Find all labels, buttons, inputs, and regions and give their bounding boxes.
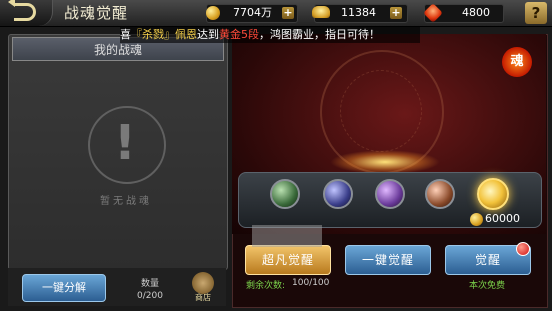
gold-coin-icon [206, 6, 220, 20]
soul-badge-icon[interactable]: 魂 [502, 47, 532, 77]
back-button[interactable] [0, 0, 53, 26]
altar-glow [330, 150, 440, 174]
exclamation-icon: ! [114, 115, 136, 171]
announcement-marquee: 喜『杀戮』佩恩达到黄金5段，鸿图霸业，指日可待！ [120, 27, 420, 43]
marquee-part1: 喜 [120, 28, 131, 41]
shop-label[interactable]: 商店 [186, 292, 220, 303]
magic-circle-inner [340, 70, 422, 152]
marquee-part2: 达到 [197, 28, 219, 41]
empty-text: 暂无战魂 [100, 196, 152, 207]
marquee-part3: ，鸿图霸业，指日可待！ [259, 28, 380, 41]
one-key-awaken-button[interactable]: 一键觉醒 [345, 245, 431, 275]
quantity-label: 数量 [140, 279, 159, 289]
my-souls-title: 我的战魂 [93, 43, 142, 57]
add-ingot-button[interactable]: + [390, 7, 402, 19]
orange-orb-icon[interactable] [425, 179, 455, 209]
marquee-player-name: 『杀戮』佩恩 [131, 28, 197, 41]
help-button[interactable]: ? [525, 2, 547, 24]
page-title: 战魂觉醒 [64, 4, 129, 22]
energy-value: 4800 [462, 6, 490, 19]
cost-coin-icon [470, 213, 483, 226]
gold-orb-icon[interactable] [477, 178, 509, 210]
purple-orb-icon[interactable] [375, 179, 405, 209]
green-orb-icon[interactable] [270, 179, 300, 209]
marquee-rank: 黄金5段 [219, 28, 259, 41]
shop-icon[interactable] [192, 272, 214, 294]
back-arrow-icon [8, 0, 36, 21]
add-gold-button[interactable]: + [282, 7, 294, 19]
ingot-icon [312, 6, 330, 18]
overlay-placeholder [252, 225, 322, 247]
awaken-cost: 60000 [485, 212, 520, 225]
ingot-value: 11384 [341, 6, 376, 19]
free-this-time-text: 本次免费 [468, 281, 505, 291]
notification-dot [516, 242, 530, 256]
super-awaken-button[interactable]: 超凡觉醒 [245, 245, 331, 275]
gold-value: 7704万 [233, 6, 272, 19]
quantity-value: 0/200 [137, 291, 163, 301]
remaining-count-value: 100/100 [292, 278, 330, 288]
decompose-all-button[interactable]: 一键分解 [22, 274, 106, 302]
blue-orb-icon[interactable] [323, 179, 353, 209]
remaining-count-label: 剩余次数: [246, 281, 286, 291]
